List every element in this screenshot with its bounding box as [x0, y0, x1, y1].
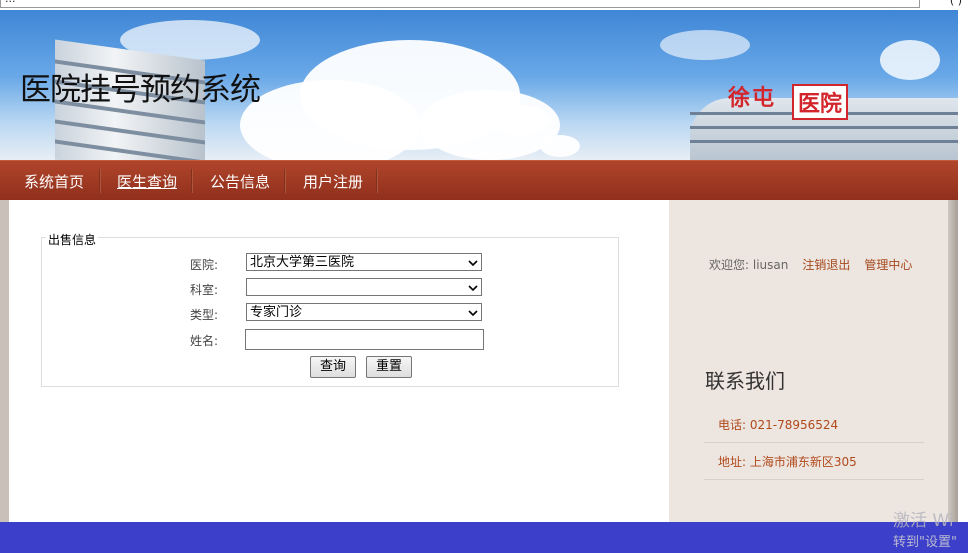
type-select-value: 专家门诊	[250, 305, 303, 320]
hospital-sign: 徐屯	[728, 85, 777, 111]
contact-address: 地址: 上海市浦东新区305	[718, 455, 857, 469]
left-edge	[0, 200, 9, 522]
reset-button[interactable]: 重置	[366, 356, 413, 378]
name-label: 姓名:	[189, 334, 218, 348]
footer-bar	[0, 522, 968, 553]
type-row: 类型: 专家门诊	[42, 303, 618, 325]
main-nav: 系统首页 医生查询 公告信息 用户注册	[0, 160, 958, 201]
nav-separator	[99, 169, 101, 193]
department-row: 科室:	[42, 278, 618, 300]
contact-address-row: 地址: 上海市浦东新区305	[704, 443, 924, 480]
fieldset-legend: 出售信息	[46, 231, 99, 248]
admin-center-link[interactable]: 管理中心	[864, 258, 912, 272]
user-welcome: 欢迎您: liusan 注销退出 管理中心	[709, 256, 912, 273]
hospital-row: 医院: 北京大学第三医院	[42, 253, 618, 275]
nav-item-announcements[interactable]: 公告信息	[210, 161, 270, 201]
header-banner: 徐屯 医院 医院挂号预约系统	[0, 10, 958, 160]
main-content: 出售信息 医院: 北京大学第三医院 科室: 类型: 专家门诊 姓名: 查询 重置	[9, 200, 669, 522]
hospital-label: 医院:	[189, 258, 218, 272]
welcome-text: 欢迎您: liusan	[709, 258, 789, 272]
right-edge	[948, 200, 958, 522]
browser-control[interactable]: ( )	[950, 0, 962, 7]
chevron-down-icon	[468, 260, 478, 267]
nav-separator	[191, 169, 193, 193]
sidebar: 欢迎您: liusan 注销退出 管理中心 联系我们 电话: 021-7895652…	[669, 200, 948, 522]
name-row: 姓名:	[42, 329, 618, 351]
nav-separator	[376, 169, 378, 193]
chevron-down-icon	[468, 310, 478, 317]
windows-activation-watermark: 激活 Wi	[893, 511, 954, 531]
nav-separator	[284, 169, 286, 193]
nav-item-doctor-search[interactable]: 医生查询	[117, 161, 177, 201]
query-button[interactable]: 查询	[310, 356, 357, 378]
button-row: 查询 重置	[42, 356, 618, 378]
department-select[interactable]	[246, 278, 482, 296]
type-label: 类型:	[189, 308, 218, 322]
right-gutter	[958, 10, 968, 522]
contact-phone: 电话: 021-78956524	[718, 418, 839, 432]
search-fieldset: 出售信息 医院: 北京大学第三医院 科室: 类型: 专家门诊 姓名: 查询 重置	[41, 231, 619, 387]
address-text: ...	[5, 0, 16, 5]
nav-item-register[interactable]: 用户注册	[303, 161, 363, 201]
hospital-select-value: 北京大学第三医院	[250, 255, 355, 270]
chevron-down-icon	[468, 285, 478, 292]
name-input[interactable]	[245, 329, 484, 350]
nav-item-home[interactable]: 系统首页	[24, 161, 84, 201]
hospital-select[interactable]: 北京大学第三医院	[246, 253, 482, 271]
windows-activation-hint: 转到"设置"	[893, 535, 957, 550]
address-bar[interactable]: ...	[0, 0, 920, 8]
logout-link[interactable]: 注销退出	[802, 258, 850, 272]
contact-title: 联系我们	[705, 369, 785, 393]
hospital-sign-box: 医院	[792, 84, 849, 120]
department-label: 科室:	[189, 283, 218, 297]
type-select[interactable]: 专家门诊	[246, 303, 482, 321]
contact-phone-row: 电话: 021-78956524	[704, 406, 924, 443]
site-title: 医院挂号预约系统	[20, 72, 261, 108]
